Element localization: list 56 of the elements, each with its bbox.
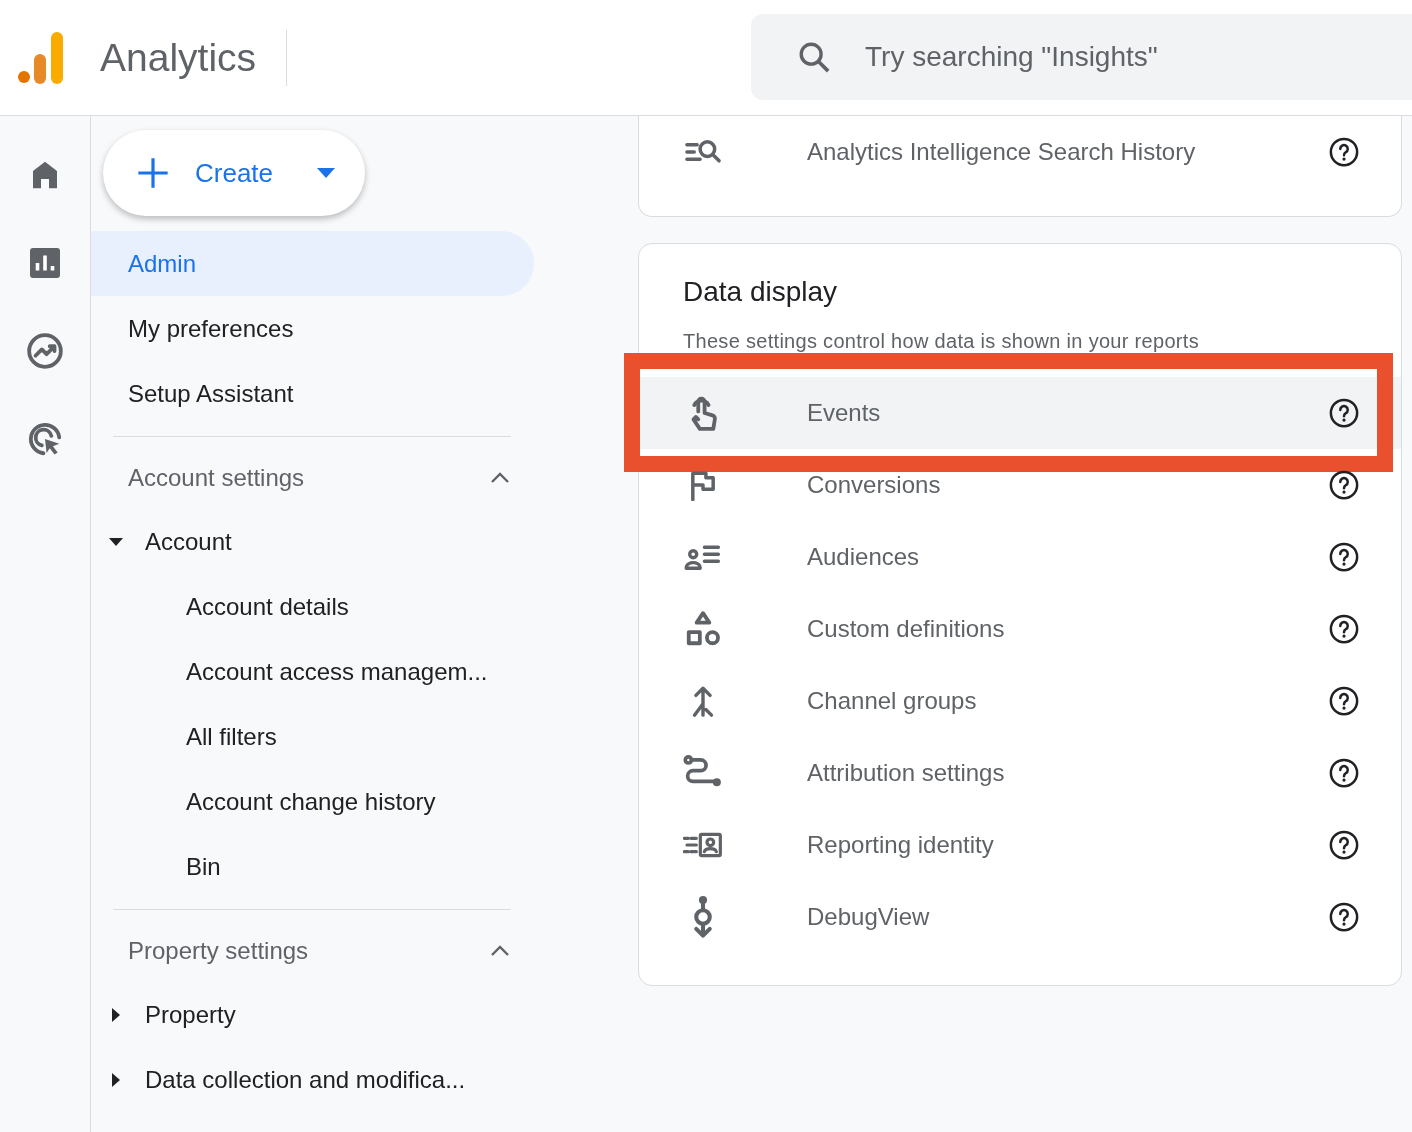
settings-row[interactable]: Custom definitions xyxy=(639,593,1401,665)
merge-arrow-icon xyxy=(690,684,716,718)
help-icon[interactable] xyxy=(1329,398,1359,428)
tree-item[interactable]: Property xyxy=(91,982,638,1047)
create-button[interactable]: Create xyxy=(103,130,365,216)
nav-item[interactable]: Setup Assistant xyxy=(91,361,534,426)
product-name: Analytics xyxy=(100,35,257,80)
id-card-icon xyxy=(683,832,723,858)
tree-item[interactable]: Account access managem... xyxy=(91,639,638,704)
help-icon[interactable] xyxy=(1329,686,1359,716)
caret-down-icon xyxy=(317,168,335,178)
nav-item[interactable]: Admin xyxy=(91,231,534,296)
help-icon[interactable] xyxy=(1329,470,1359,500)
settings-row[interactable]: Channel groups xyxy=(639,665,1401,737)
tree-item[interactable]: All filters xyxy=(91,704,638,769)
section-header[interactable]: Account settings xyxy=(91,447,511,509)
search-field[interactable]: Try searching "Insights" xyxy=(751,14,1412,100)
settings-row[interactable]: Attribution settings xyxy=(639,737,1401,809)
search-icon xyxy=(797,40,831,74)
chevron-up-icon xyxy=(489,944,511,958)
card-title: Data display xyxy=(683,276,839,308)
help-icon[interactable] xyxy=(1329,542,1359,572)
tree-item[interactable]: Account xyxy=(91,509,638,574)
plus-icon xyxy=(137,157,169,189)
debug-node-icon xyxy=(691,895,715,939)
bar-chart-icon xyxy=(27,245,63,281)
help-icon[interactable] xyxy=(1329,137,1359,167)
settings-row[interactable]: Audiences xyxy=(639,521,1401,593)
nav-item[interactable]: My preferences xyxy=(91,296,534,361)
target-cursor-icon xyxy=(26,420,64,458)
tree-item[interactable]: Account details xyxy=(91,574,638,639)
settings-row[interactable]: Conversions xyxy=(639,449,1401,521)
rail-button[interactable] xyxy=(26,332,64,370)
analytics-logo xyxy=(18,31,64,84)
flag-icon xyxy=(688,469,718,501)
settings-row[interactable]: Events xyxy=(639,377,1401,449)
tree-item[interactable]: Bin xyxy=(91,834,638,899)
shapes-icon xyxy=(685,610,721,648)
settings-row[interactable]: Reporting identity xyxy=(639,809,1401,881)
section-header[interactable]: Property settings xyxy=(91,920,511,982)
card-subtitle: These settings control how data is shown in your reports xyxy=(683,330,1200,353)
tree-item[interactable]: Data collection and modifica... xyxy=(91,1047,638,1112)
help-icon[interactable] xyxy=(1329,758,1359,788)
trend-chart-icon xyxy=(26,332,64,370)
caret-right-icon xyxy=(112,1072,120,1087)
caret-right-icon xyxy=(112,1007,120,1022)
person-list-icon xyxy=(684,543,722,571)
help-icon[interactable] xyxy=(1329,902,1359,932)
settings-row[interactable]: DebugView xyxy=(639,881,1401,953)
chevron-up-icon xyxy=(489,471,511,485)
caret-down-icon xyxy=(109,537,123,546)
settings-row[interactable]: Analytics Intelligence Search History xyxy=(639,116,1401,188)
tree-item[interactable]: Account change history xyxy=(91,769,638,834)
rail-button[interactable] xyxy=(26,420,64,458)
help-icon[interactable] xyxy=(1329,830,1359,860)
help-icon[interactable] xyxy=(1329,614,1359,644)
